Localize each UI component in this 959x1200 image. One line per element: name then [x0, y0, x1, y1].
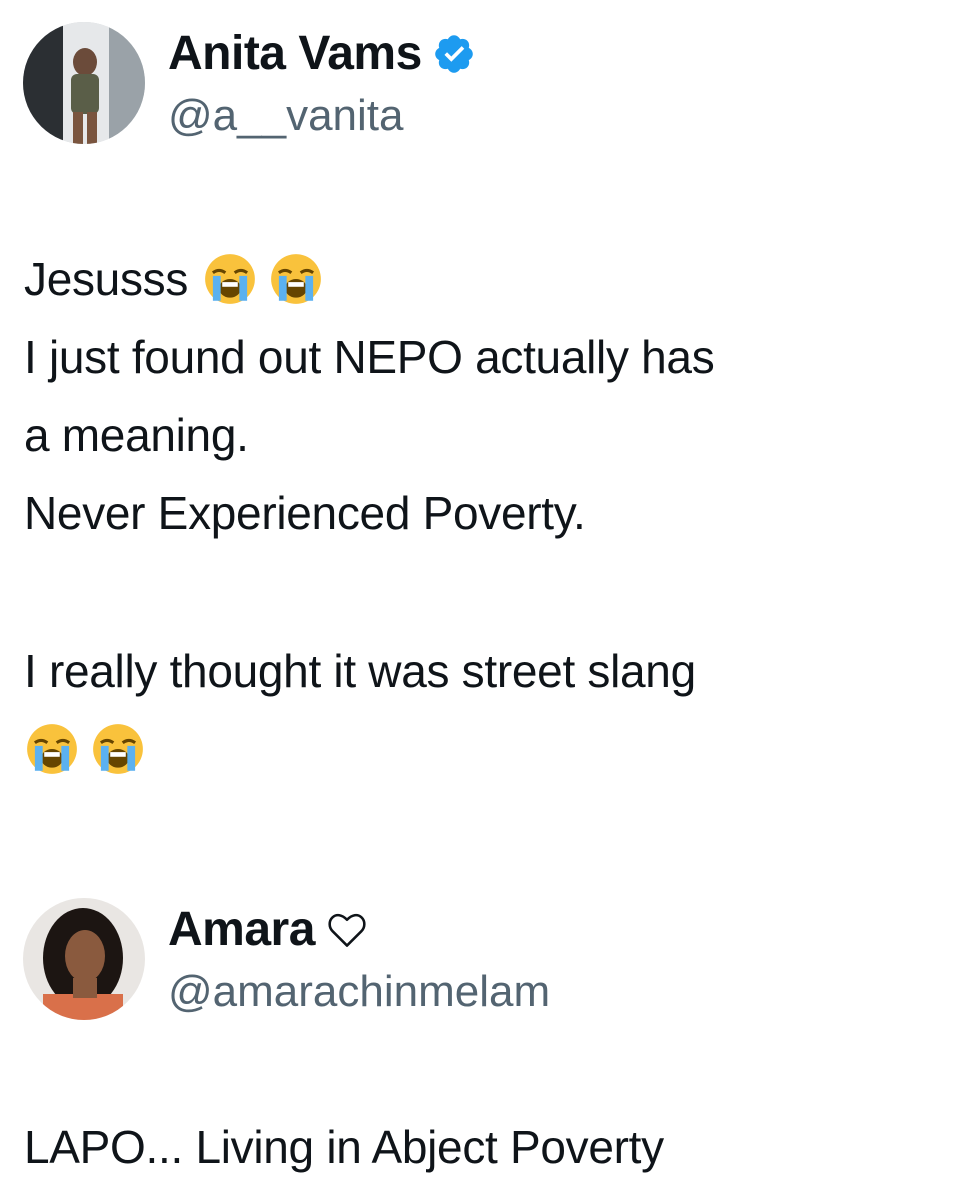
tweet-line-3: a meaning.: [24, 409, 249, 461]
white-heart-icon: [325, 908, 369, 952]
tweet-text: LAPO... Living in Abject Poverty: [24, 1108, 935, 1186]
tweet-line-1: LAPO... Living in Abject Poverty: [24, 1121, 664, 1173]
author-name-row: Amara: [168, 902, 369, 958]
loudly-crying-face-icon: [202, 251, 258, 307]
tweet-anita: Anita Vams @a__vanita Jesusss I just fou…: [0, 0, 959, 860]
author-display-name[interactable]: Amara: [168, 902, 315, 958]
loudly-crying-face-icon: [268, 251, 324, 307]
avatar[interactable]: [23, 22, 145, 144]
tweet-text: Jesusss I just found out NEPO actually h…: [24, 240, 935, 788]
tweet-emoji-line: [24, 710, 935, 788]
author-display-name[interactable]: Anita Vams: [168, 26, 422, 82]
tweet-line-5: I really thought it was street slang: [24, 645, 696, 697]
tweet-line-1: Jesusss: [24, 240, 935, 318]
author-handle[interactable]: @a__vanita: [168, 90, 404, 142]
tweet-line-2: I just found out NEPO actually has: [24, 331, 715, 383]
verified-badge-icon[interactable]: [432, 32, 476, 76]
loudly-crying-face-icon: [24, 721, 80, 777]
loudly-crying-face-icon: [90, 721, 146, 777]
author-handle[interactable]: @amarachinmelam: [168, 966, 550, 1018]
tweet-amara: Amara @amarachinmelam LAPO... Living in …: [0, 880, 959, 1200]
avatar[interactable]: [23, 898, 145, 1020]
author-name-row: Anita Vams: [168, 26, 476, 82]
tweet-line-4: Never Experienced Poverty.: [24, 487, 586, 539]
